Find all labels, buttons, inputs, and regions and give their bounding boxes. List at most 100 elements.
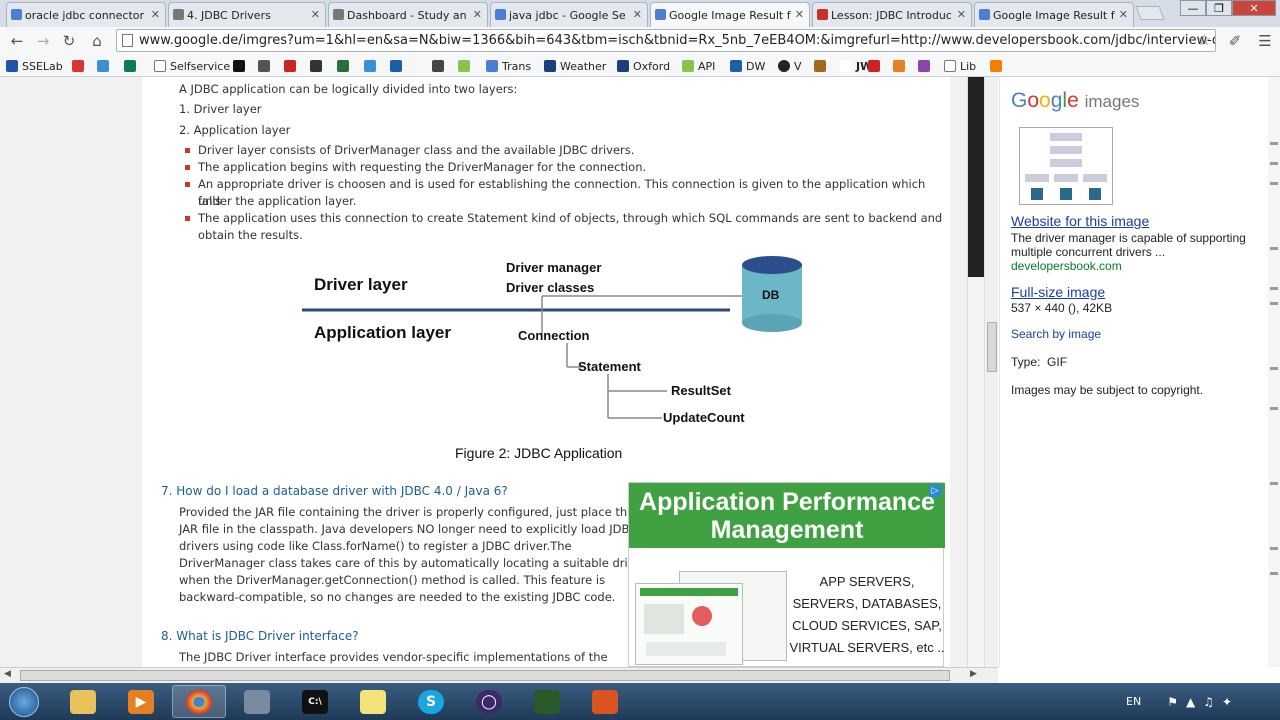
- bookmark-check[interactable]: [124, 58, 140, 74]
- bookmark-m-blue[interactable]: [390, 58, 406, 74]
- checkmark-icon: [124, 60, 136, 72]
- bookmark-weather[interactable]: Weather: [544, 58, 606, 74]
- scroll-thumb[interactable]: [987, 322, 997, 372]
- bookmark-z[interactable]: [233, 58, 249, 74]
- tab-lesson-jdbc[interactable]: Lesson: JDBC Introduc ✕: [812, 2, 972, 27]
- ad-item: APP SERVERS,: [819, 574, 915, 589]
- taskbar-chrome[interactable]: [172, 685, 226, 718]
- bookmark-sync[interactable]: [97, 58, 113, 74]
- bookmark-selfservice[interactable]: Selfservice: [154, 58, 230, 74]
- panel-scrollbar[interactable]: [1268, 77, 1280, 667]
- scroll-right-icon[interactable]: ▶: [970, 669, 977, 679]
- language-indicator[interactable]: EN: [1126, 695, 1141, 708]
- image-thumbnail[interactable]: [1019, 127, 1113, 205]
- close-tab-icon[interactable]: ✕: [311, 8, 320, 21]
- tab-google-image-result-2[interactable]: Google Image Result f ✕: [974, 2, 1134, 27]
- new-tab-button[interactable]: [1135, 6, 1165, 20]
- volume-icon[interactable]: ♫: [1203, 695, 1214, 709]
- bookmark-fire[interactable]: [893, 58, 909, 74]
- bookmark-gear[interactable]: [814, 58, 830, 74]
- adchoices-icon[interactable]: ▷: [929, 485, 941, 497]
- minimize-button[interactable]: —: [1180, 0, 1206, 16]
- bookmark-m[interactable]: [432, 58, 448, 74]
- extension-icon[interactable]: ✐: [1224, 30, 1246, 52]
- back-arrow-icon[interactable]: ←: [6, 30, 28, 52]
- menu-wrench-icon[interactable]: ☰: [1254, 30, 1276, 52]
- diagram-updatecount: UpdateCount: [663, 410, 745, 425]
- ad-banner[interactable]: Application Performance Management ▷ APP…: [628, 482, 945, 667]
- bookmark-trans[interactable]: Trans: [486, 58, 531, 74]
- close-tab-icon[interactable]: ✕: [473, 8, 482, 21]
- tab-dashboard[interactable]: Dashboard - Study an ✕: [328, 2, 488, 27]
- close-tab-icon[interactable]: ✕: [1119, 8, 1128, 21]
- close-tab-icon[interactable]: ✕: [633, 8, 642, 21]
- maximize-button[interactable]: ❐: [1206, 0, 1232, 16]
- close-tab-icon[interactable]: ✕: [795, 8, 804, 21]
- taskbar-skype[interactable]: S: [404, 685, 458, 718]
- tab-strip: oracle jdbc connector ✕ 4. JDBC Drivers …: [0, 0, 1280, 27]
- close-tab-icon[interactable]: ✕: [151, 8, 160, 21]
- horizontal-scrollbar[interactable]: ◀ ▶: [0, 667, 998, 683]
- taskbar-camtasia[interactable]: [578, 685, 632, 718]
- taskbar-media-player[interactable]: ▶: [114, 685, 168, 718]
- bookmark-oxford[interactable]: Oxford: [617, 58, 670, 74]
- bookmark-w[interactable]: [258, 58, 274, 74]
- flag-icon[interactable]: ⚑: [1167, 695, 1178, 709]
- bookmark-ivy[interactable]: [918, 58, 934, 74]
- bookmark-dropbox[interactable]: [364, 58, 380, 74]
- network-icon[interactable]: ▲: [1186, 695, 1195, 709]
- ad-items: APP SERVERS, SERVERS, DATABASES, CLOUD S…: [789, 571, 945, 659]
- bookmark-t[interactable]: [337, 58, 353, 74]
- diagram-resultset: ResultSet: [671, 383, 731, 398]
- website-link[interactable]: Website for this image: [1011, 213, 1149, 229]
- ad-item: VIRTUAL SERVERS, etc ..: [789, 640, 945, 655]
- bookmark-api[interactable]: API: [682, 58, 715, 74]
- scroll-mark: [1270, 287, 1278, 290]
- diagram-lines: [302, 256, 802, 419]
- tray-app-icon[interactable]: ✦: [1222, 695, 1232, 709]
- home-icon[interactable]: ⌂: [86, 30, 108, 52]
- diagram-application-layer: Application layer: [314, 323, 451, 342]
- reload-icon[interactable]: ↻: [58, 30, 80, 52]
- page-icon: [154, 60, 166, 72]
- close-window-button[interactable]: ✕: [1232, 0, 1276, 16]
- bookmark-gmail[interactable]: [72, 58, 88, 74]
- bookmark-lib[interactable]: Lib: [944, 58, 976, 74]
- taskbar-notes[interactable]: [346, 685, 400, 718]
- tab-jdbc-drivers[interactable]: 4. JDBC Drivers ✕: [168, 2, 326, 27]
- api-icon: [682, 60, 694, 72]
- diagram-statement: Statement: [578, 359, 641, 374]
- close-tab-icon[interactable]: ✕: [957, 8, 966, 21]
- bookmark-android[interactable]: [458, 58, 474, 74]
- bookmark-es[interactable]: [284, 58, 300, 74]
- bookmark-star-icon[interactable]: ☆: [1198, 31, 1211, 49]
- search-by-image-link[interactable]: Search by image: [1011, 327, 1101, 341]
- taskbar-app[interactable]: [230, 685, 284, 718]
- frame-vertical-scrollbar[interactable]: [984, 77, 998, 667]
- google-images-logo[interactable]: Google images: [1011, 89, 1139, 113]
- bookmark-blogger[interactable]: [990, 58, 1006, 74]
- bookmark-sselab[interactable]: SSELab: [6, 58, 63, 74]
- tab-oracle-jdbc[interactable]: oracle jdbc connector ✕: [6, 2, 166, 27]
- horizontal-scroll-thumb[interactable]: [20, 670, 950, 681]
- taskbar-explorer[interactable]: [56, 685, 110, 718]
- tab-java-jdbc[interactable]: java jdbc - Google Se ✕: [490, 2, 648, 27]
- ad-item: SERVERS, DATABASES,: [792, 596, 942, 611]
- skype-icon: S: [418, 689, 444, 714]
- taskbar-recorder[interactable]: [520, 685, 574, 718]
- scroll-left-icon[interactable]: ◀: [4, 669, 11, 679]
- diagram-connection: Connection: [518, 328, 590, 343]
- taskbar-eclipse[interactable]: ◯: [462, 685, 516, 718]
- bookmark-dw[interactable]: DW: [730, 58, 765, 74]
- bookmark-ddd[interactable]: [310, 58, 326, 74]
- start-button[interactable]: [4, 685, 44, 718]
- taskbar-cmd[interactable]: C:\: [288, 685, 342, 718]
- browser-toolbar: ← → ↻ ⌂ www.google.de/imgres?um=1&hl=en&…: [0, 27, 1280, 55]
- bookmark-i[interactable]: [868, 58, 884, 74]
- forward-arrow-icon[interactable]: →: [32, 30, 54, 52]
- address-bar[interactable]: www.google.de/imgres?um=1&hl=en&sa=N&biw…: [116, 29, 1216, 52]
- diagram-driver-manager: Driver manager: [506, 260, 602, 275]
- tab-google-image-result-active[interactable]: Google Image Result f ✕: [650, 2, 810, 27]
- bookmark-v[interactable]: V: [778, 58, 802, 74]
- fullsize-link[interactable]: Full-size image: [1011, 284, 1105, 300]
